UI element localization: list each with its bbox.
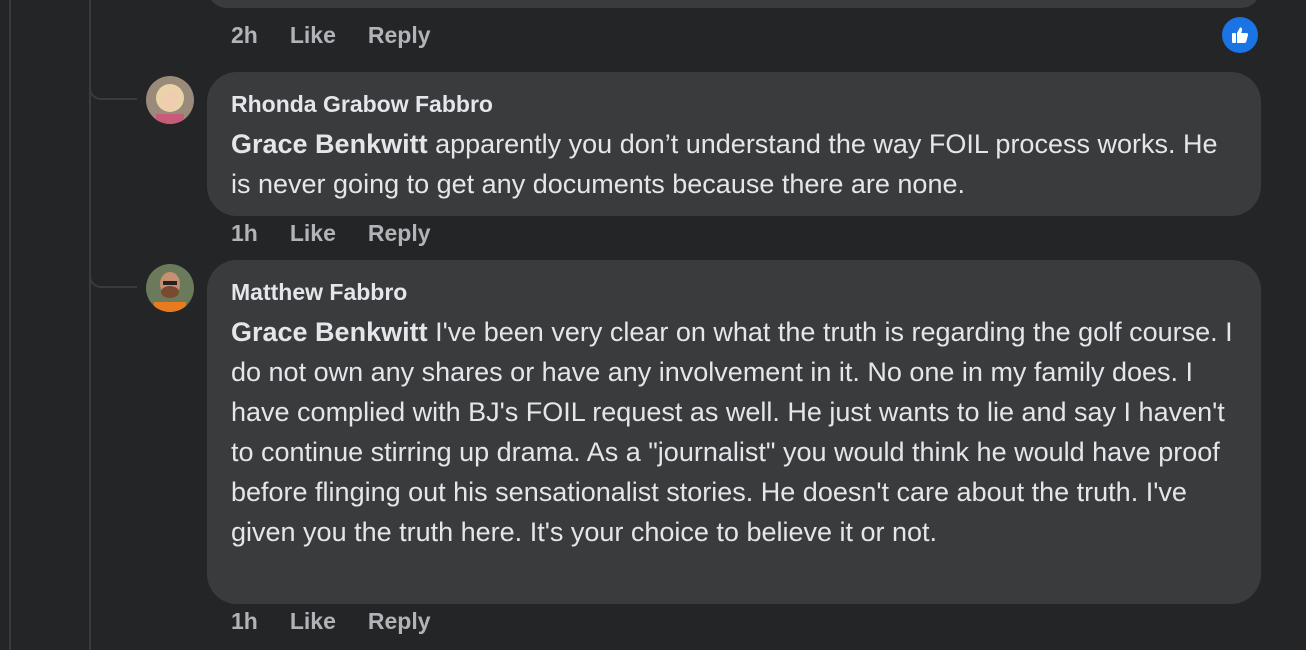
comment-timestamp[interactable]: 2h bbox=[231, 22, 258, 49]
comment-author[interactable]: Matthew Fabbro bbox=[231, 278, 1237, 306]
thread-line-outer bbox=[9, 0, 11, 650]
comment-thread: 2h Like Reply Rhonda Grabow Fabbro Grace… bbox=[0, 0, 1306, 650]
thread-connector bbox=[89, 80, 137, 100]
comment-actions: 1h Like Reply bbox=[231, 220, 463, 247]
like-button[interactable]: Like bbox=[290, 220, 336, 247]
comment-body: I've been very clear on what the truth i… bbox=[231, 317, 1233, 547]
reaction-badge[interactable] bbox=[1222, 17, 1258, 53]
like-button[interactable]: Like bbox=[290, 608, 336, 635]
like-button[interactable]: Like bbox=[290, 22, 336, 49]
mention-link[interactable]: Grace Benkwitt bbox=[231, 129, 428, 159]
comment-text: Grace Benkwitt apparently you don’t unde… bbox=[231, 124, 1237, 204]
comment-bubble: Matthew Fabbro Grace Benkwitt I've been … bbox=[207, 260, 1261, 604]
reply-button[interactable]: Reply bbox=[368, 220, 431, 247]
reply-button[interactable]: Reply bbox=[368, 22, 431, 49]
comment-author[interactable]: Rhonda Grabow Fabbro bbox=[231, 90, 1237, 118]
comment-text: Grace Benkwitt I've been very clear on w… bbox=[231, 312, 1237, 552]
previous-comment-actions: 2h Like Reply bbox=[231, 22, 463, 49]
thumbs-up-icon bbox=[1232, 27, 1249, 43]
mention-link[interactable]: Grace Benkwitt bbox=[231, 317, 428, 347]
avatar[interactable] bbox=[146, 264, 194, 312]
avatar-rhonda-image bbox=[146, 76, 194, 124]
reply-button[interactable]: Reply bbox=[368, 608, 431, 635]
avatar[interactable] bbox=[146, 76, 194, 124]
thread-connector bbox=[89, 268, 137, 288]
comment-timestamp[interactable]: 1h bbox=[231, 608, 258, 635]
comment-actions: 1h Like Reply bbox=[231, 608, 463, 635]
previous-comment-bubble bbox=[207, 0, 1261, 8]
comment-bubble: Rhonda Grabow Fabbro Grace Benkwitt appa… bbox=[207, 72, 1261, 216]
avatar-matthew-image bbox=[146, 264, 194, 312]
comment-timestamp[interactable]: 1h bbox=[231, 220, 258, 247]
thread-line-inner bbox=[89, 0, 91, 650]
